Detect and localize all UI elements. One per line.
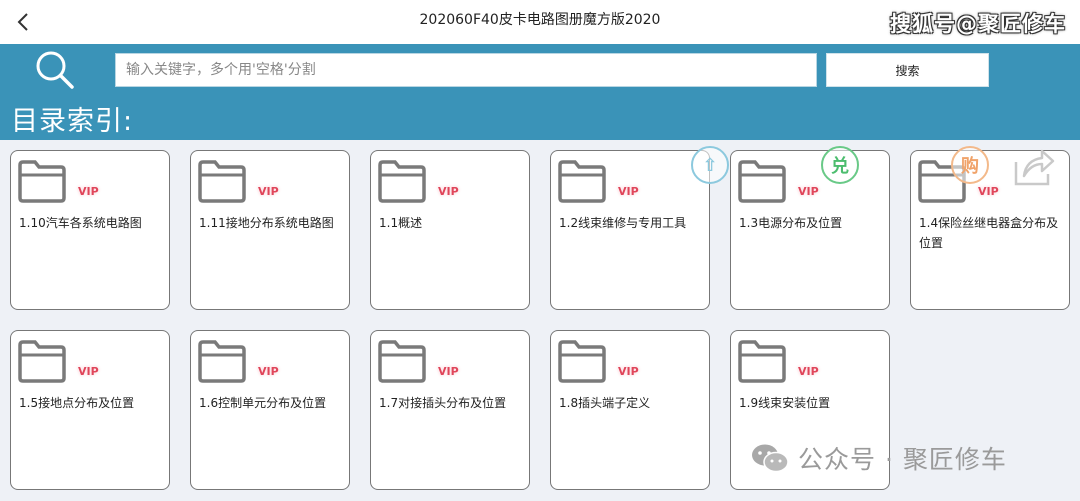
- catalog-item[interactable]: VIP 1.2线束维修与专用工具: [550, 150, 710, 310]
- catalog-item-label: 1.5接地点分布及位置: [19, 396, 135, 410]
- catalog-item[interactable]: VIP 1.11接地分布系统电路图: [190, 150, 350, 310]
- folder-icon: [558, 340, 606, 383]
- catalog-item-label: 1.7对接插头分布及位置: [379, 396, 507, 410]
- watermark-bottom: 公众号 · 聚匠修车: [750, 440, 1007, 476]
- catalog-item-label: 1.2线束维修与专用工具: [559, 216, 687, 230]
- buy-icon[interactable]: 购: [951, 146, 989, 184]
- share-icon[interactable]: [1012, 146, 1056, 188]
- catalog-item[interactable]: VIP 1.7对接插头分布及位置: [370, 330, 530, 490]
- catalog-item-label: 1.1概述: [379, 216, 423, 230]
- search-button[interactable]: 搜索: [826, 53, 989, 87]
- catalog-item-label: 1.4保险丝继电器盒分布及位置: [919, 216, 1059, 250]
- vip-badge: VIP: [78, 365, 99, 378]
- vip-badge: VIP: [798, 365, 819, 378]
- catalog-item-label: 1.9线束安装位置: [739, 396, 831, 410]
- search-icon[interactable]: [34, 49, 76, 91]
- catalog-item-label: 1.3电源分布及位置: [739, 216, 843, 230]
- exchange-icon[interactable]: 兑: [821, 146, 859, 184]
- catalog-item[interactable]: VIP 1.6控制单元分布及位置: [190, 330, 350, 490]
- vip-badge: VIP: [798, 185, 819, 198]
- vip-badge: VIP: [258, 365, 279, 378]
- folder-icon: [378, 340, 426, 383]
- vip-badge: VIP: [78, 185, 99, 198]
- catalog-item[interactable]: VIP 1.3电源分布及位置: [730, 150, 890, 310]
- folder-icon: [198, 340, 246, 383]
- catalog-item[interactable]: VIP 1.8插头端子定义: [550, 330, 710, 490]
- title-bar: 202060F40皮卡电路图册魔方版2020 搜狐号@聚匠修车: [0, 0, 1080, 44]
- upgrade-icon[interactable]: ⇧: [691, 146, 729, 184]
- catalog-item[interactable]: VIP 1.1概述: [370, 150, 530, 310]
- folder-icon: [198, 160, 246, 203]
- folder-icon: [18, 340, 66, 383]
- catalog-item-label: 1.8插头端子定义: [559, 396, 651, 410]
- folder-icon: [738, 340, 786, 383]
- vip-badge: VIP: [618, 185, 639, 198]
- vip-badge: VIP: [258, 185, 279, 198]
- wechat-icon: [752, 444, 789, 473]
- watermark-bottom-text: 公众号 · 聚匠修车: [798, 445, 1007, 474]
- vip-badge: VIP: [618, 365, 639, 378]
- vip-badge: VIP: [438, 185, 459, 198]
- vip-badge: VIP: [978, 185, 999, 198]
- catalog-item-label: 1.6控制单元分布及位置: [199, 396, 327, 410]
- catalog-item-label: 1.10汽车各系统电路图: [19, 216, 142, 230]
- folder-icon: [558, 160, 606, 203]
- catalog-item[interactable]: VIP 1.10汽车各系统电路图: [10, 150, 170, 310]
- search-input[interactable]: [115, 53, 817, 87]
- folder-icon: [378, 160, 426, 203]
- catalog-item[interactable]: VIP 1.5接地点分布及位置: [10, 330, 170, 490]
- folder-icon: [738, 160, 786, 203]
- watermark-top: 搜狐号@聚匠修车: [890, 12, 1066, 36]
- folder-icon: [18, 160, 66, 203]
- catalog-item-label: 1.11接地分布系统电路图: [199, 216, 334, 230]
- vip-badge: VIP: [438, 365, 459, 378]
- section-title: 目录索引:: [11, 106, 134, 137]
